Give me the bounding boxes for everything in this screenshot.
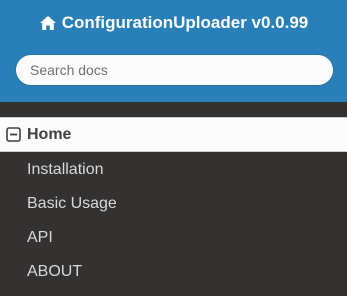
project-home-link[interactable]: ConfigurationUploader v0.0.99 <box>0 11 347 35</box>
nav-item-basic-usage[interactable]: Basic Usage <box>0 187 347 221</box>
nav-item-home-label: Home <box>27 125 72 143</box>
nav-item-api[interactable]: API <box>0 221 347 255</box>
project-title: ConfigurationUploader v0.0.99 <box>61 13 309 32</box>
nav-item-about[interactable]: ABOUT <box>0 255 347 289</box>
nav-item-installation[interactable]: Installation <box>0 153 347 187</box>
nav-item-home[interactable]: Home <box>0 117 347 152</box>
home-icon <box>39 15 57 31</box>
nav-list: Installation Basic Usage API ABOUT <box>0 153 347 289</box>
search-input[interactable] <box>15 54 334 86</box>
sidebar-nav: Home Installation Basic Usage API ABOUT <box>0 117 347 289</box>
minus-square-icon[interactable] <box>6 127 21 142</box>
sidebar-header: ConfigurationUploader v0.0.99 <box>0 0 347 102</box>
